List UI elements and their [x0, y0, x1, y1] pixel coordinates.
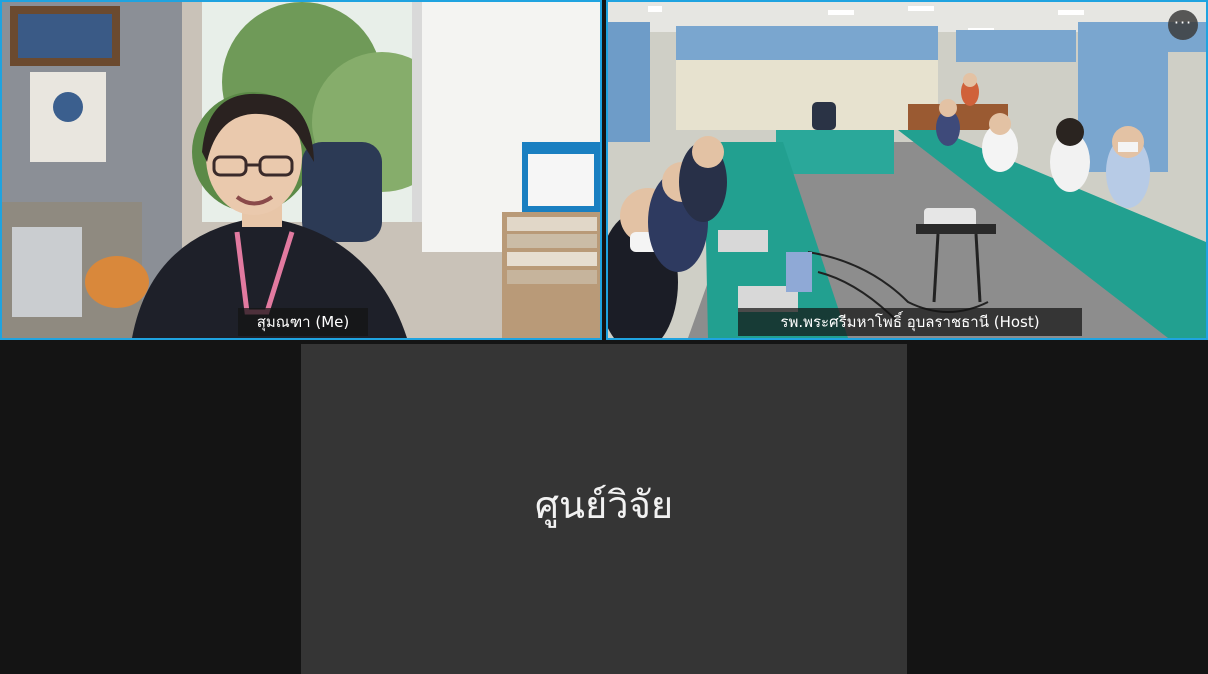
participant-name-center: ศูนย์วิจัย: [534, 482, 674, 527]
video-tile-research-center[interactable]: ศูนย์วิจัย: [301, 344, 907, 674]
video-feed-host: [608, 2, 1206, 338]
more-options-button[interactable]: ···: [1168, 10, 1198, 40]
participant-name-me: สุมณฑา (Me): [238, 308, 368, 336]
video-feed-me: [2, 2, 600, 338]
video-tile-host[interactable]: ··· รพ.พระศรีมหาโพธิ์ อุบลราชธานี (Host): [606, 0, 1208, 340]
video-tile-me[interactable]: สุมณฑา (Me): [0, 0, 602, 340]
participant-name-host: รพ.พระศรีมหาโพธิ์ อุบลราชธานี (Host): [738, 308, 1082, 336]
